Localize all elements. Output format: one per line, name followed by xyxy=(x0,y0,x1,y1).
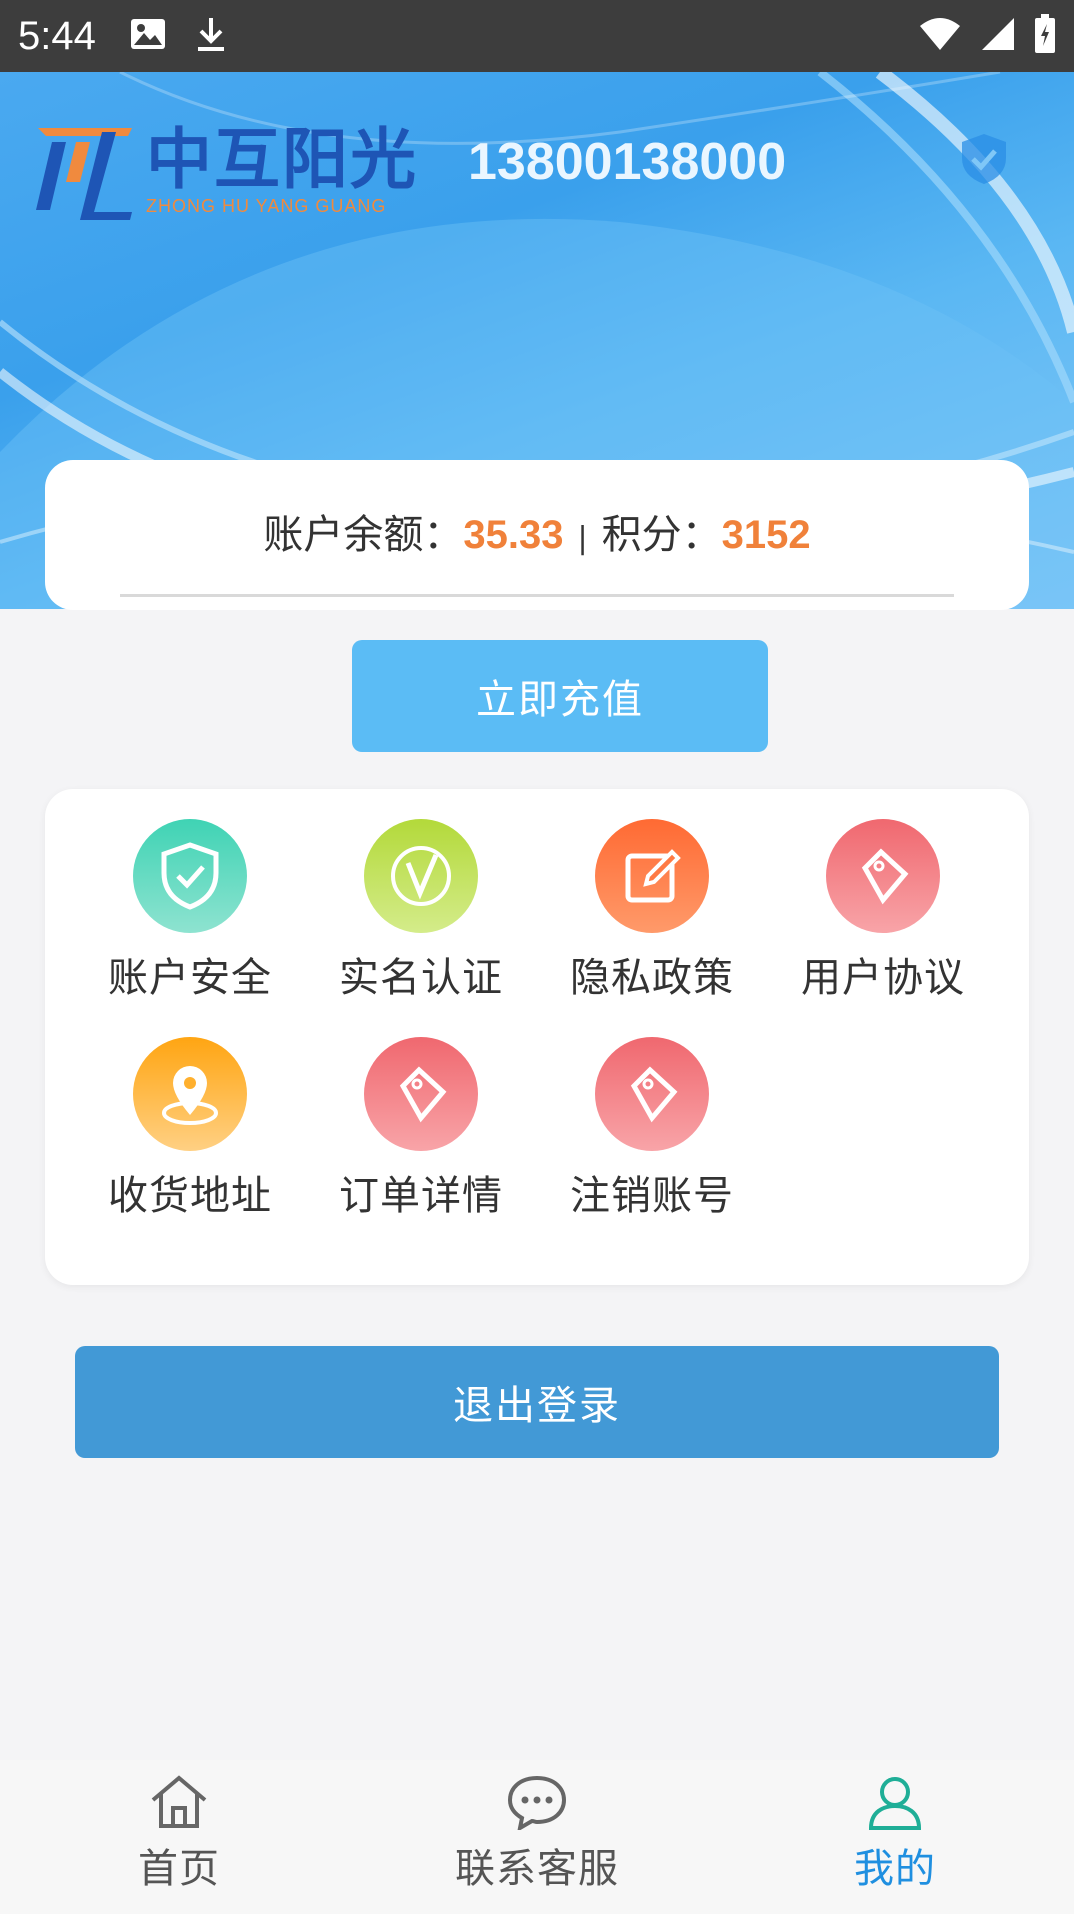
nav-item-service[interactable]: 联系客服 xyxy=(358,1760,716,1914)
menu-item-label: 隐私政策 xyxy=(570,955,734,1001)
nav-item-home[interactable]: 首页 xyxy=(0,1760,358,1914)
menu-item-label: 账户安全 xyxy=(108,955,272,1001)
tag-icon xyxy=(826,819,940,933)
tag-icon xyxy=(595,1037,709,1151)
home-icon xyxy=(149,1774,209,1834)
status-bar: 5:44 xyxy=(0,0,1074,72)
menu-item-user-agreement[interactable]: 用户协议 xyxy=(783,819,983,1003)
menu-item-real-name[interactable]: 实名认证 xyxy=(321,819,521,1003)
signal-icon xyxy=(980,16,1016,56)
tag-icon xyxy=(364,1037,478,1151)
balance-separator: | xyxy=(577,521,588,556)
menu-item-delete-account[interactable]: 注销账号 xyxy=(552,1037,752,1221)
status-time: 5:44 xyxy=(18,13,96,58)
menu-item-privacy[interactable]: 隐私政策 xyxy=(552,819,752,1003)
logo-cn-text: 中互阳光 xyxy=(146,121,418,198)
user-icon xyxy=(865,1774,925,1834)
location-icon xyxy=(133,1037,247,1151)
points-label: 积分： xyxy=(601,512,722,558)
recharge-button[interactable]: 立即充值 xyxy=(352,640,768,752)
user-phone: 13800138000 xyxy=(468,133,787,191)
menu-item-account-security[interactable]: 账户安全 xyxy=(90,819,290,1003)
points-value: 3152 xyxy=(721,513,811,557)
nav-label: 联系客服 xyxy=(455,1846,619,1892)
menu-item-label: 用户协议 xyxy=(801,955,965,1001)
menu-item-label: 订单详情 xyxy=(339,1173,503,1219)
menu-item-order-detail[interactable]: 订单详情 xyxy=(321,1037,521,1221)
menu-item-label: 收货地址 xyxy=(108,1173,272,1219)
image-icon xyxy=(130,18,166,54)
wifi-icon xyxy=(918,16,962,56)
nav-item-mine[interactable]: 我的 xyxy=(716,1760,1074,1914)
nav-label: 首页 xyxy=(138,1846,220,1892)
menu-item-address[interactable]: 收货地址 xyxy=(90,1037,290,1221)
menu-item-label: 注销账号 xyxy=(570,1173,734,1219)
battery-icon xyxy=(1034,14,1056,58)
shield-check-icon[interactable] xyxy=(960,132,1008,190)
menu-card: 账户安全 实名认证 隐私政策 用户协议 收货地址 订单详情 注销账号 xyxy=(45,789,1029,1285)
logout-button[interactable]: 退出登录 xyxy=(75,1346,999,1458)
balance-label: 账户余额： xyxy=(263,512,464,558)
bottom-nav: 首页 联系客服 我的 xyxy=(0,1760,1074,1914)
menu-item-label: 实名认证 xyxy=(339,955,503,1001)
download-icon xyxy=(196,16,226,56)
shield-icon xyxy=(133,819,247,933)
balance-value: 35.33 xyxy=(463,513,564,557)
app-logo: 中互阳光 ZHONG HU YANG GUANG xyxy=(32,122,418,222)
logo-en-text: ZHONG HU YANG GUANG xyxy=(146,196,387,216)
verify-icon xyxy=(364,819,478,933)
logo-mark-icon xyxy=(36,128,132,220)
divider xyxy=(120,594,954,597)
balance-card: 账户余额： 35.33 | 积分： 3152 xyxy=(45,460,1029,610)
nav-label: 我的 xyxy=(854,1846,936,1892)
chat-icon xyxy=(506,1774,568,1834)
edit-icon xyxy=(595,819,709,933)
